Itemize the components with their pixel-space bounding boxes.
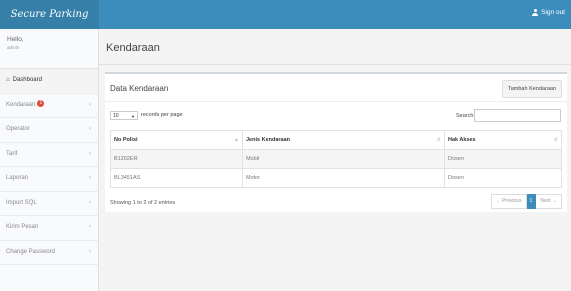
column-label: No Polisi [114, 137, 138, 143]
sidebar-item-operator[interactable]: Operator ‹ [0, 118, 98, 143]
chevron-left-icon: ‹ [89, 175, 91, 181]
sidebar-item-label: Operator [6, 126, 30, 132]
search-label: Search: [456, 113, 475, 119]
cell-jenis-kendaraan: Motor [242, 168, 445, 188]
column-label: Jenis Kendaraan [246, 137, 291, 143]
records-per-page-select[interactable]: 10 ▼ [110, 111, 138, 120]
chevron-left-icon: ‹ [89, 101, 91, 108]
notification-badge: 1 [37, 100, 45, 108]
vehicle-table: No Polisi ▲ Jenis Kendaraan ⇵ Hak Akses … [110, 130, 562, 188]
sidebar-item-label: Laporan [6, 175, 29, 181]
next-page-button[interactable]: Next → [536, 194, 562, 209]
sort-asc-icon: ▲ [234, 137, 239, 143]
search-input[interactable] [474, 109, 561, 122]
sidebar-item-laporan[interactable]: Laporan ‹ [0, 167, 98, 192]
page-1-button[interactable]: 1 [526, 194, 537, 209]
column-header-no-polisi[interactable]: No Polisi ▲ [110, 130, 243, 150]
cell-no-polisi: B1202ER [110, 149, 243, 169]
sidebar-item-dashboard[interactable]: ⌂ Dashboard [0, 69, 98, 94]
divider [105, 101, 567, 102]
sort-icon: ⇵ [553, 137, 558, 143]
data-box: Data Kendaraan Tambah Kendaraan 10 ▼ rec… [105, 72, 567, 212]
sidebar-item-kirim-pesan[interactable]: Kirim Pesan ‹ [0, 216, 98, 241]
sidebar: Hello, admin ⌂ Dashboard Kendaraan 1 ‹ Ope… [0, 29, 99, 291]
user-icon [532, 9, 539, 16]
page-title: Kendaraan [106, 42, 160, 54]
column-header-jenis-kendaraan[interactable]: Jenis Kendaraan ⇵ [242, 130, 445, 150]
sidebar-item-kendaraan[interactable]: Kendaraan 1 ‹ [0, 94, 98, 118]
sidebar-item-label: Kendaraan [6, 101, 36, 108]
sidebar-item-import-sql[interactable]: Import SQL ‹ [0, 192, 98, 216]
cell-hak-akses: Dosen [444, 149, 562, 169]
chevron-left-icon: ‹ [89, 150, 91, 157]
sign-out-label: Sign out [541, 9, 565, 16]
table-row[interactable]: BL3451AS Motor Dosen [110, 168, 562, 188]
sign-out-link[interactable]: Sign out [532, 9, 565, 16]
sidebar-item-label: Tarif [6, 150, 18, 157]
records-per-page-label: records per page [141, 112, 183, 118]
brand-logo[interactable]: Secure Parking [0, 0, 99, 29]
table-header-row: No Polisi ▲ Jenis Kendaraan ⇵ Hak Akses … [110, 130, 562, 150]
sidebar-item-label: Change Password [6, 248, 56, 255]
sort-icon: ⇵ [436, 137, 441, 143]
pagination: ← Previous 1 Next → [490, 194, 562, 209]
home-icon: ⌂ [6, 77, 10, 83]
cell-no-polisi: BL3451AS [110, 168, 243, 188]
chevron-left-icon: ‹ [89, 224, 91, 230]
sidebar-item-label: Kirim Pesan [6, 224, 39, 230]
cell-hak-akses: Dosen [444, 168, 562, 188]
previous-page-button[interactable]: ← Previous [490, 194, 527, 209]
chevron-left-icon: ‹ [89, 126, 91, 132]
box-title: Data Kendaraan [110, 84, 169, 93]
records-per-page-value: 10 [113, 113, 119, 119]
add-vehicle-button[interactable]: Tambah Kendaraan [501, 80, 562, 98]
sidebar-item-tarif[interactable]: Tarif ‹ [0, 143, 98, 167]
chevron-left-icon: ‹ [89, 199, 91, 206]
sidebar-item-label: Dashboard [12, 77, 42, 83]
chevron-left-icon: ‹ [89, 248, 91, 255]
sidebar-item-label: Import SQL [6, 199, 37, 206]
table-info: Showing 1 to 2 of 2 entries [110, 200, 176, 206]
table-row[interactable]: B1202ER Mobil Dosen [110, 149, 562, 169]
column-header-hak-akses[interactable]: Hak Akses ⇵ [444, 130, 562, 150]
sidebar-item-change-password[interactable]: Change Password ‹ [0, 241, 98, 265]
username: admin [7, 45, 20, 50]
cell-jenis-kendaraan: Mobil [242, 149, 445, 169]
column-label: Hak Akses [448, 137, 476, 143]
top-navbar: Secure Parking Sign out [0, 0, 571, 29]
user-panel: Hello, admin [0, 29, 98, 69]
divider [99, 64, 571, 65]
greeting: Hello, [7, 36, 24, 43]
caret-down-icon: ▼ [131, 114, 135, 119]
